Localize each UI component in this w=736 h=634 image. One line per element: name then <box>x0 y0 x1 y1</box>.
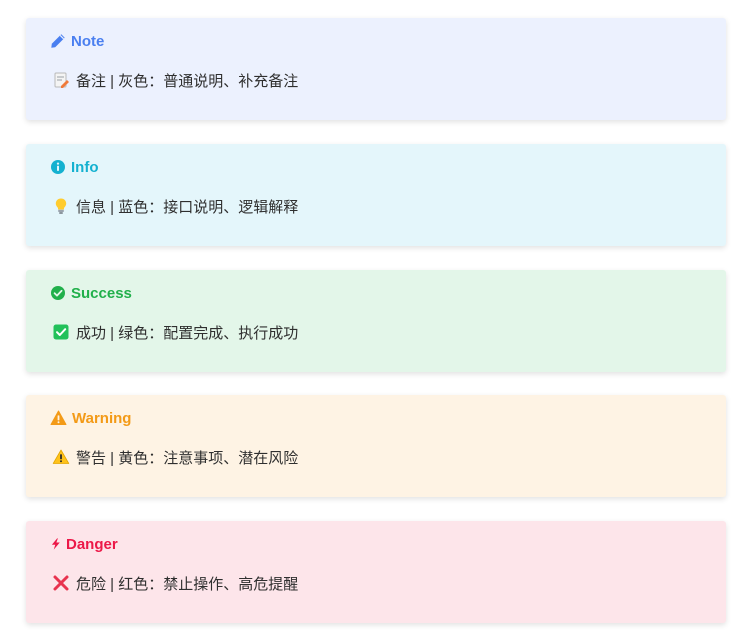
callout-success-title: Success <box>71 284 132 302</box>
callout-success-header: Success <box>50 284 132 302</box>
bolt-icon <box>51 538 60 550</box>
callout-note-title: Note <box>71 32 105 50</box>
warning-sign-icon <box>52 448 70 466</box>
callout-note-text: 备注 | 灰色：普通说明、补充备注 <box>76 72 299 90</box>
check-box-icon <box>52 323 70 341</box>
callout-info-text: 信息 | 蓝色：接口说明、逻辑解释 <box>76 198 299 216</box>
callout-danger: Danger 危险 | 红色：禁止操作、高危提醒 <box>26 521 726 623</box>
callout-danger-title: Danger <box>66 535 118 553</box>
callout-danger-text: 危险 | 红色：禁止操作、高危提醒 <box>76 575 299 593</box>
callout-note-body: 备注 | 灰色：普通说明、补充备注 <box>52 70 298 90</box>
warning-triangle-icon <box>50 410 67 425</box>
cross-mark-icon <box>52 574 70 592</box>
callout-note: Note 备注 | 灰色：普通说明、补充备注 <box>26 18 726 120</box>
callout-warning: Warning 警告 | 黄色：注意事项、潜在风险 <box>26 395 726 497</box>
pencil-icon <box>51 34 65 48</box>
callout-warning-body: 警告 | 黄色：注意事项、潜在风险 <box>52 447 298 467</box>
callout-danger-header: Danger <box>50 535 118 553</box>
callout-page: Note 备注 | 灰色：普通说明、补充备注 Info 信息 | 蓝色：接口说明… <box>0 0 736 634</box>
callout-success-text: 成功 | 绿色：配置完成、执行成功 <box>76 324 299 342</box>
memo-icon <box>52 71 70 89</box>
callout-success-body: 成功 | 绿色：配置完成、执行成功 <box>52 322 298 342</box>
callout-warning-title: Warning <box>72 409 132 427</box>
callout-info-body: 信息 | 蓝色：接口说明、逻辑解释 <box>52 196 298 216</box>
callout-warning-text: 警告 | 黄色：注意事项、潜在风险 <box>76 449 299 467</box>
callout-info-header: Info <box>50 158 99 176</box>
check-circle-icon <box>51 286 65 300</box>
callout-info: Info 信息 | 蓝色：接口说明、逻辑解释 <box>26 144 726 246</box>
lightbulb-icon <box>52 197 70 215</box>
callout-note-header: Note <box>50 32 104 50</box>
callout-danger-body: 危险 | 红色：禁止操作、高危提醒 <box>52 573 298 593</box>
callout-warning-header: Warning <box>50 409 131 427</box>
info-circle-icon <box>51 160 65 174</box>
callout-success: Success 成功 | 绿色：配置完成、执行成功 <box>26 270 726 372</box>
callout-info-title: Info <box>71 158 99 176</box>
